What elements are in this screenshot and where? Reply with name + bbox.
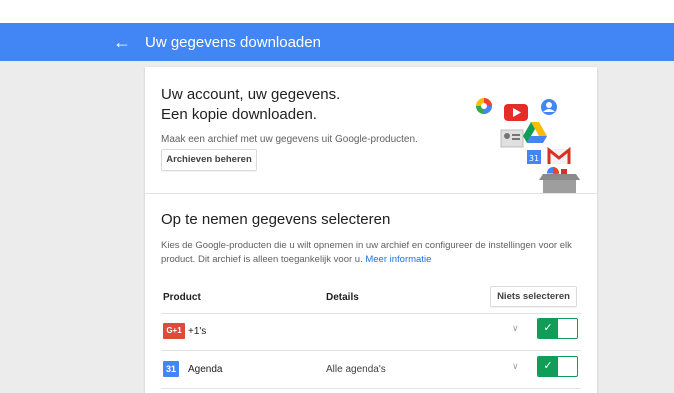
row-divider — [161, 350, 581, 351]
intro-section: Uw account, uw gegevens. Een kopie downl… — [145, 67, 597, 194]
google-plus-icon: G+1 — [163, 323, 185, 339]
checkmark-icon: ✓ — [538, 357, 558, 376]
archive-box-icon — [539, 167, 580, 194]
chevron-down-icon[interactable]: ∨ — [512, 323, 519, 334]
google-products-illustration: 31 — [476, 98, 580, 194]
youtube-icon — [504, 104, 528, 121]
headline-line-1: Uw account, uw gegevens. — [161, 86, 341, 103]
svg-text:31: 31 — [529, 154, 539, 163]
photos-icon — [476, 98, 492, 114]
browser-top-strip — [0, 0, 674, 23]
checkmark-icon: ✓ — [538, 319, 558, 338]
product-column-header: Product — [163, 292, 201, 303]
page-title: Uw gegevens downloaden — [145, 34, 321, 51]
intro-headline: Uw account, uw gegevens. Een kopie downl… — [161, 85, 340, 125]
chevron-down-icon[interactable]: ∨ — [512, 361, 519, 372]
contacts-icon — [500, 129, 524, 148]
table-row: 31 Agenda Alle agenda's ∨ ✓ — [161, 352, 581, 388]
gmail-icon — [547, 146, 571, 164]
selection-title: Op te nemen gegevens selecteren — [161, 211, 391, 228]
profile-icon — [541, 99, 557, 115]
row-divider — [161, 388, 581, 389]
product-name: Agenda — [188, 364, 223, 375]
back-arrow-icon[interactable]: ← — [112, 32, 132, 52]
intro-description: Maak een archief met uw gegevens uit Goo… — [161, 134, 418, 145]
main-card: Uw account, uw gegevens. Een kopie downl… — [145, 67, 597, 393]
headline-line-2: Een kopie downloaden. — [161, 106, 317, 123]
table-row: G+1 +1's ∨ ✓ — [161, 314, 581, 350]
product-details: Alle agenda's — [326, 364, 386, 375]
section-divider — [145, 193, 597, 194]
calendar-small-icon: 31 — [527, 150, 541, 164]
more-info-link[interactable]: Meer informatie — [365, 254, 431, 265]
manage-archives-button[interactable]: Archieven beheren — [161, 149, 257, 171]
product-name: +1's — [188, 326, 207, 337]
drive-icon — [523, 122, 547, 143]
app-header: ← Uw gegevens downloaden — [0, 23, 674, 61]
deselect-all-button[interactable]: Niets selecteren — [490, 286, 577, 307]
details-column-header: Details — [326, 292, 359, 303]
include-toggle[interactable]: ✓ — [537, 318, 578, 339]
calendar-icon: 31 — [163, 361, 179, 377]
include-toggle[interactable]: ✓ — [537, 356, 578, 377]
selection-description: Kies de Google-producten die u wilt opne… — [161, 239, 589, 267]
